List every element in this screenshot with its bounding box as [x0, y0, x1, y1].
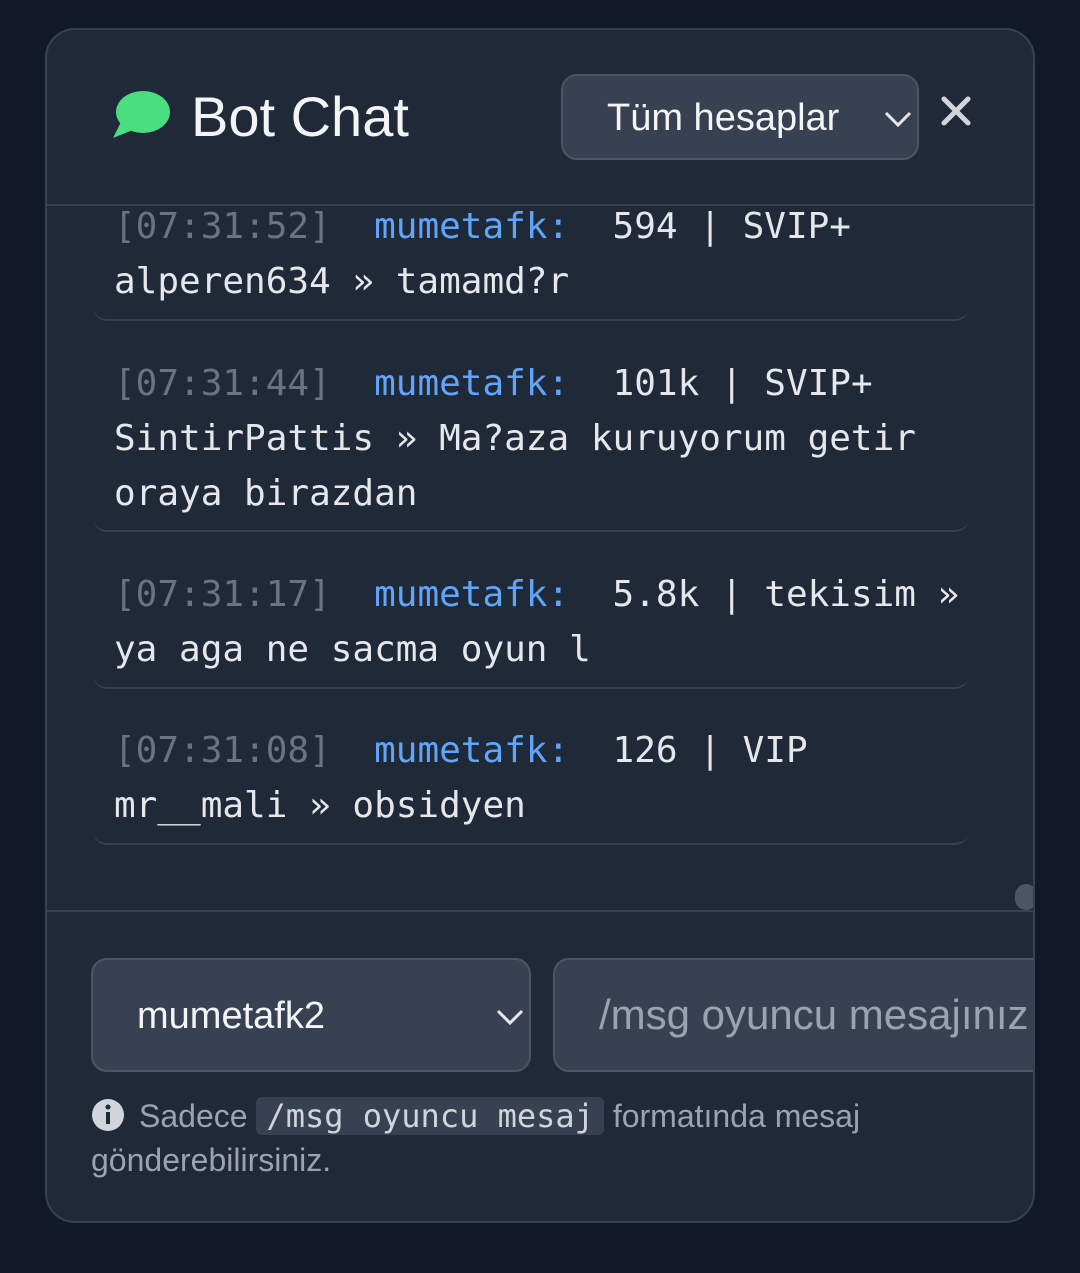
account-filter-label: Tüm hesaplar	[607, 97, 840, 139]
message-item: [07:31:17] mumetafk: 5.8k | tekisim » ya…	[93, 567, 969, 689]
composer: mumetafk2 Sadece /msg oyuncu mesaj forma…	[47, 910, 1033, 1221]
chevron-down-icon	[496, 1009, 524, 1026]
message-username: mumetafk:	[374, 730, 570, 771]
message-username: mumetafk:	[374, 363, 570, 404]
page-title: Bot Chat	[191, 85, 409, 148]
close-icon[interactable]	[939, 94, 973, 128]
message-timestamp: [07:31:17]	[114, 574, 331, 615]
sender-account-select[interactable]: mumetafk2	[91, 958, 531, 1072]
chat-bubble-icon	[113, 91, 170, 138]
message-timestamp: [07:31:52]	[114, 206, 331, 247]
message-username: mumetafk:	[374, 206, 570, 247]
message-username: mumetafk:	[374, 574, 570, 615]
scrollbar-thumb[interactable]	[1015, 884, 1033, 910]
message-timestamp: [07:31:08]	[114, 730, 331, 771]
bot-chat-panel: Bot Chat Tüm hesaplar [07:31:52] mumetaf…	[45, 28, 1035, 1223]
account-filter-select[interactable]: Tüm hesaplar	[561, 74, 919, 160]
message-input[interactable]	[553, 958, 1033, 1072]
format-hint: Sadece /msg oyuncu mesaj formatında mesa…	[91, 1094, 951, 1182]
hint-prefix: Sadece	[139, 1098, 248, 1134]
message-list[interactable]: [07:31:52] mumetafk: 594 | SVIP+ alperen…	[47, 206, 1033, 912]
hint-code: /msg oyuncu mesaj	[256, 1097, 604, 1135]
chat-header: Bot Chat Tüm hesaplar	[47, 30, 1033, 206]
info-icon	[92, 1099, 124, 1131]
message-item: [07:31:44] mumetafk: 101k | SVIP+ Sintir…	[93, 356, 969, 532]
chevron-down-icon	[884, 111, 912, 128]
message-item: [07:31:52] mumetafk: 594 | SVIP+ alperen…	[93, 206, 969, 321]
message-item: [07:31:08] mumetafk: 126 | VIP mr__mali …	[93, 723, 969, 845]
sender-account-label: mumetafk2	[137, 995, 325, 1037]
message-timestamp: [07:31:44]	[114, 363, 331, 404]
